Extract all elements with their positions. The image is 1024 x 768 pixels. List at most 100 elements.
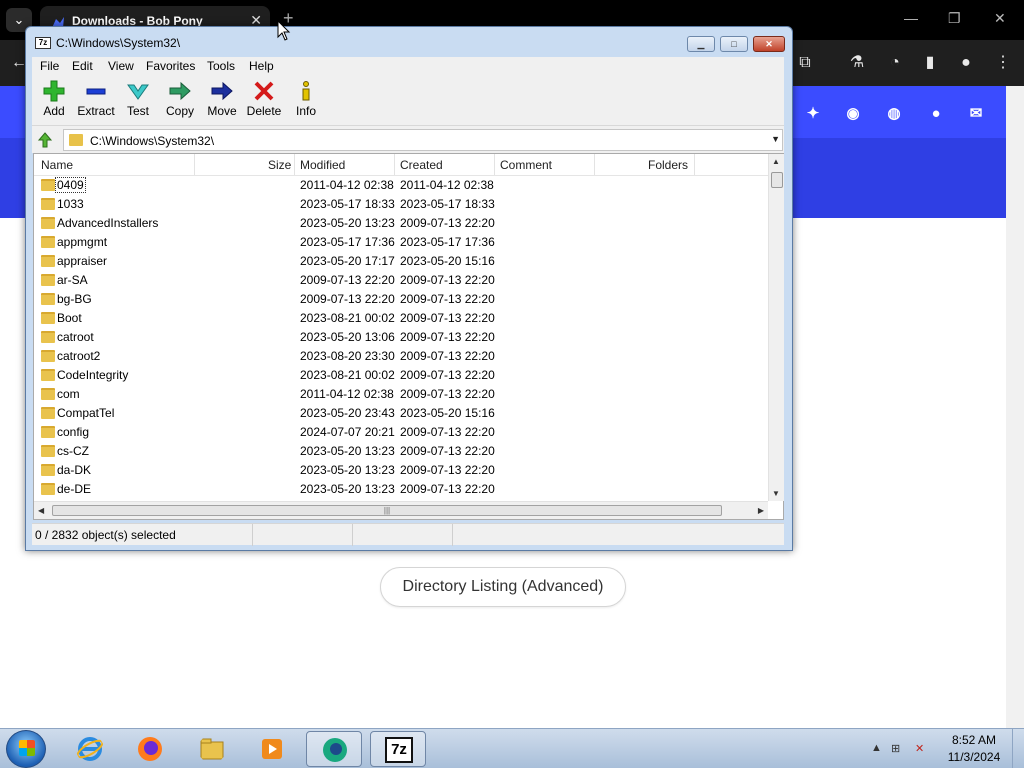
table-row[interactable]: cs-CZ 2023-05-20 13:23 2009-07-13 22:20 [34,442,768,461]
table-row[interactable]: appraiser 2023-05-20 17:17 2023-05-20 15:1… [34,252,768,271]
bluesky-icon[interactable]: ✦ [803,104,823,124]
file-modified: 2023-05-17 17:36 [300,235,395,249]
firefox-icon[interactable] [122,731,178,767]
table-row[interactable]: com 2011-04-12 02:38 2009-07-13 22:20 [34,385,768,404]
table-row[interactable]: catroot2 2023-08-20 23:30 2009-07-13 22:20 [34,347,768,366]
add-label: Add [43,104,65,118]
file-explorer-icon[interactable] [184,731,240,767]
extensions-icon[interactable]: ⧉ [794,52,816,74]
table-row[interactable]: da-DK 2023-05-20 13:23 2009-07-13 22:20 [34,461,768,480]
vertical-scrollbar[interactable]: ▲ ▼ [768,154,784,501]
window-titlebar[interactable]: 7z C:\Windows\System32\ ▁ □ ✕ [26,27,792,57]
directory-listing-advanced-button[interactable]: Directory Listing (Advanced) [380,567,626,607]
start-orb[interactable] [6,730,46,768]
table-row[interactable]: 1033 2023-05-17 18:33 2023-05-17 18:33 [34,195,768,214]
table-row[interactable]: CodeIntegrity 2023-08-21 00:02 2009-07-13 … [34,366,768,385]
network-icon[interactable]: ⊞ [891,742,900,755]
table-row[interactable]: config 2024-07-07 20:21 2009-07-13 22:20 [34,423,768,442]
folder-icon [41,464,55,476]
address-field[interactable]: C:\Windows\System32\ ▼ [63,129,783,151]
taskbar: 7z ▲ ⊞ ✕ 8:52 AM 11/3/2024 [0,728,1024,768]
tray-overflow-icon[interactable]: ▲ [871,742,882,754]
table-row[interactable]: bg-BG 2009-07-13 22:20 2009-07-13 22:20 [34,290,768,309]
discord-icon[interactable]: ◍ [884,104,904,124]
table-row[interactable]: 0409 2011-04-12 02:38 2011-04-12 02:38 [34,176,768,195]
copilot-icon[interactable]: ◔ [884,52,906,74]
horizontal-scroll-thumb[interactable]: ||| [52,505,722,516]
up-folder-icon[interactable] [36,131,54,149]
scroll-up-icon[interactable]: ▲ [772,157,780,166]
extract-button[interactable]: Extract [74,78,118,124]
mastodon-icon[interactable]: ◉ [843,104,863,124]
page-scrollbar[interactable] [1006,86,1024,728]
scroll-down-icon[interactable]: ▼ [772,489,780,498]
minimize-button[interactable]: ▁ [687,36,715,52]
show-desktop-button[interactable] [1012,729,1024,768]
column-divider[interactable] [694,154,695,175]
copilot-app-icon[interactable] [306,731,362,767]
sidebar-icon[interactable]: ▮ [919,52,941,74]
labs-icon[interactable]: ⚗ [846,52,868,74]
add-button[interactable]: Add [32,78,76,124]
internet-explorer-icon[interactable] [62,731,118,767]
test-label: Test [126,104,149,118]
file-created: 2023-05-20 15:16 [400,254,495,268]
browser-close-button[interactable]: ✕ [994,10,1006,27]
maximize-button[interactable]: □ [720,36,748,52]
status-divider [452,524,453,546]
table-row[interactable]: AdvancedInstallers 2023-05-20 13:23 2009-0… [34,214,768,233]
menu-file[interactable]: File [40,59,59,73]
test-button[interactable]: Test [116,78,160,124]
column-modified[interactable]: Modified [300,158,345,172]
media-player-icon[interactable] [244,731,300,767]
github-icon[interactable]: ● [926,104,946,124]
table-row[interactable]: Boot 2023-08-21 00:02 2009-07-13 22:20 [34,309,768,328]
menu-favorites[interactable]: Favorites [146,59,195,73]
column-divider[interactable] [494,154,495,175]
folder-icon [41,236,55,248]
vertical-scroll-thumb[interactable] [771,172,783,188]
email-icon[interactable]: ✉ [966,104,986,124]
menu-edit[interactable]: Edit [72,59,93,73]
copy-button[interactable]: Copy [158,78,202,124]
volume-muted-icon[interactable]: ✕ [915,742,924,755]
horizontal-scrollbar[interactable]: ◀ ||| ▶ [34,501,768,519]
menu-tools[interactable]: Tools [207,59,235,73]
column-divider[interactable] [594,154,595,175]
browser-minimize-button[interactable]: — [904,10,918,26]
address-bar: C:\Windows\System32\ ▼ [32,126,784,153]
table-row[interactable]: ar-SA 2009-07-13 22:20 2009-07-13 22:20 [34,271,768,290]
file-modified: 2023-05-20 13:23 [300,444,395,458]
file-created: 2009-07-13 22:20 [400,425,495,439]
7zip-taskbar-button[interactable]: 7z [370,731,426,767]
column-name[interactable]: Name [41,158,73,172]
chevron-down-icon[interactable]: ▼ [771,134,780,144]
table-row[interactable]: CompatTel 2023-05-20 23:43 2023-05-20 15:1… [34,404,768,423]
column-size[interactable]: Size [268,158,291,172]
column-divider[interactable] [394,154,395,175]
scroll-right-icon[interactable]: ▶ [758,506,764,515]
browser-restore-button[interactable]: ❐ [948,10,961,27]
clock-time[interactable]: 8:52 AM [945,733,1003,747]
file-name: appmgmt [57,235,108,249]
move-button[interactable]: Move [200,78,244,124]
clock-date[interactable]: 11/3/2024 [945,750,1003,764]
more-icon[interactable]: ⋮ [992,52,1014,74]
close-button[interactable]: ✕ [753,36,785,52]
column-comment[interactable]: Comment [500,158,552,172]
profile-icon[interactable]: ● [955,52,977,74]
table-row[interactable]: de-DE 2023-05-20 13:23 2009-07-13 22:20 [34,480,768,499]
menu-help[interactable]: Help [249,59,274,73]
info-button[interactable]: Info [284,78,328,124]
table-row[interactable]: appmgmt 2023-05-17 17:36 2023-05-17 17:36 [34,233,768,252]
table-row[interactable]: catroot 2023-05-20 13:06 2009-07-13 22:20 [34,328,768,347]
column-divider[interactable] [294,154,295,175]
column-divider[interactable] [194,154,195,175]
menu-view[interactable]: View [108,59,134,73]
scroll-left-icon[interactable]: ◀ [38,506,44,515]
file-name: appraiser [57,254,108,268]
delete-icon [254,81,274,101]
column-folders[interactable]: Folders [648,158,688,172]
delete-button[interactable]: Delete [242,78,286,124]
column-created[interactable]: Created [400,158,443,172]
